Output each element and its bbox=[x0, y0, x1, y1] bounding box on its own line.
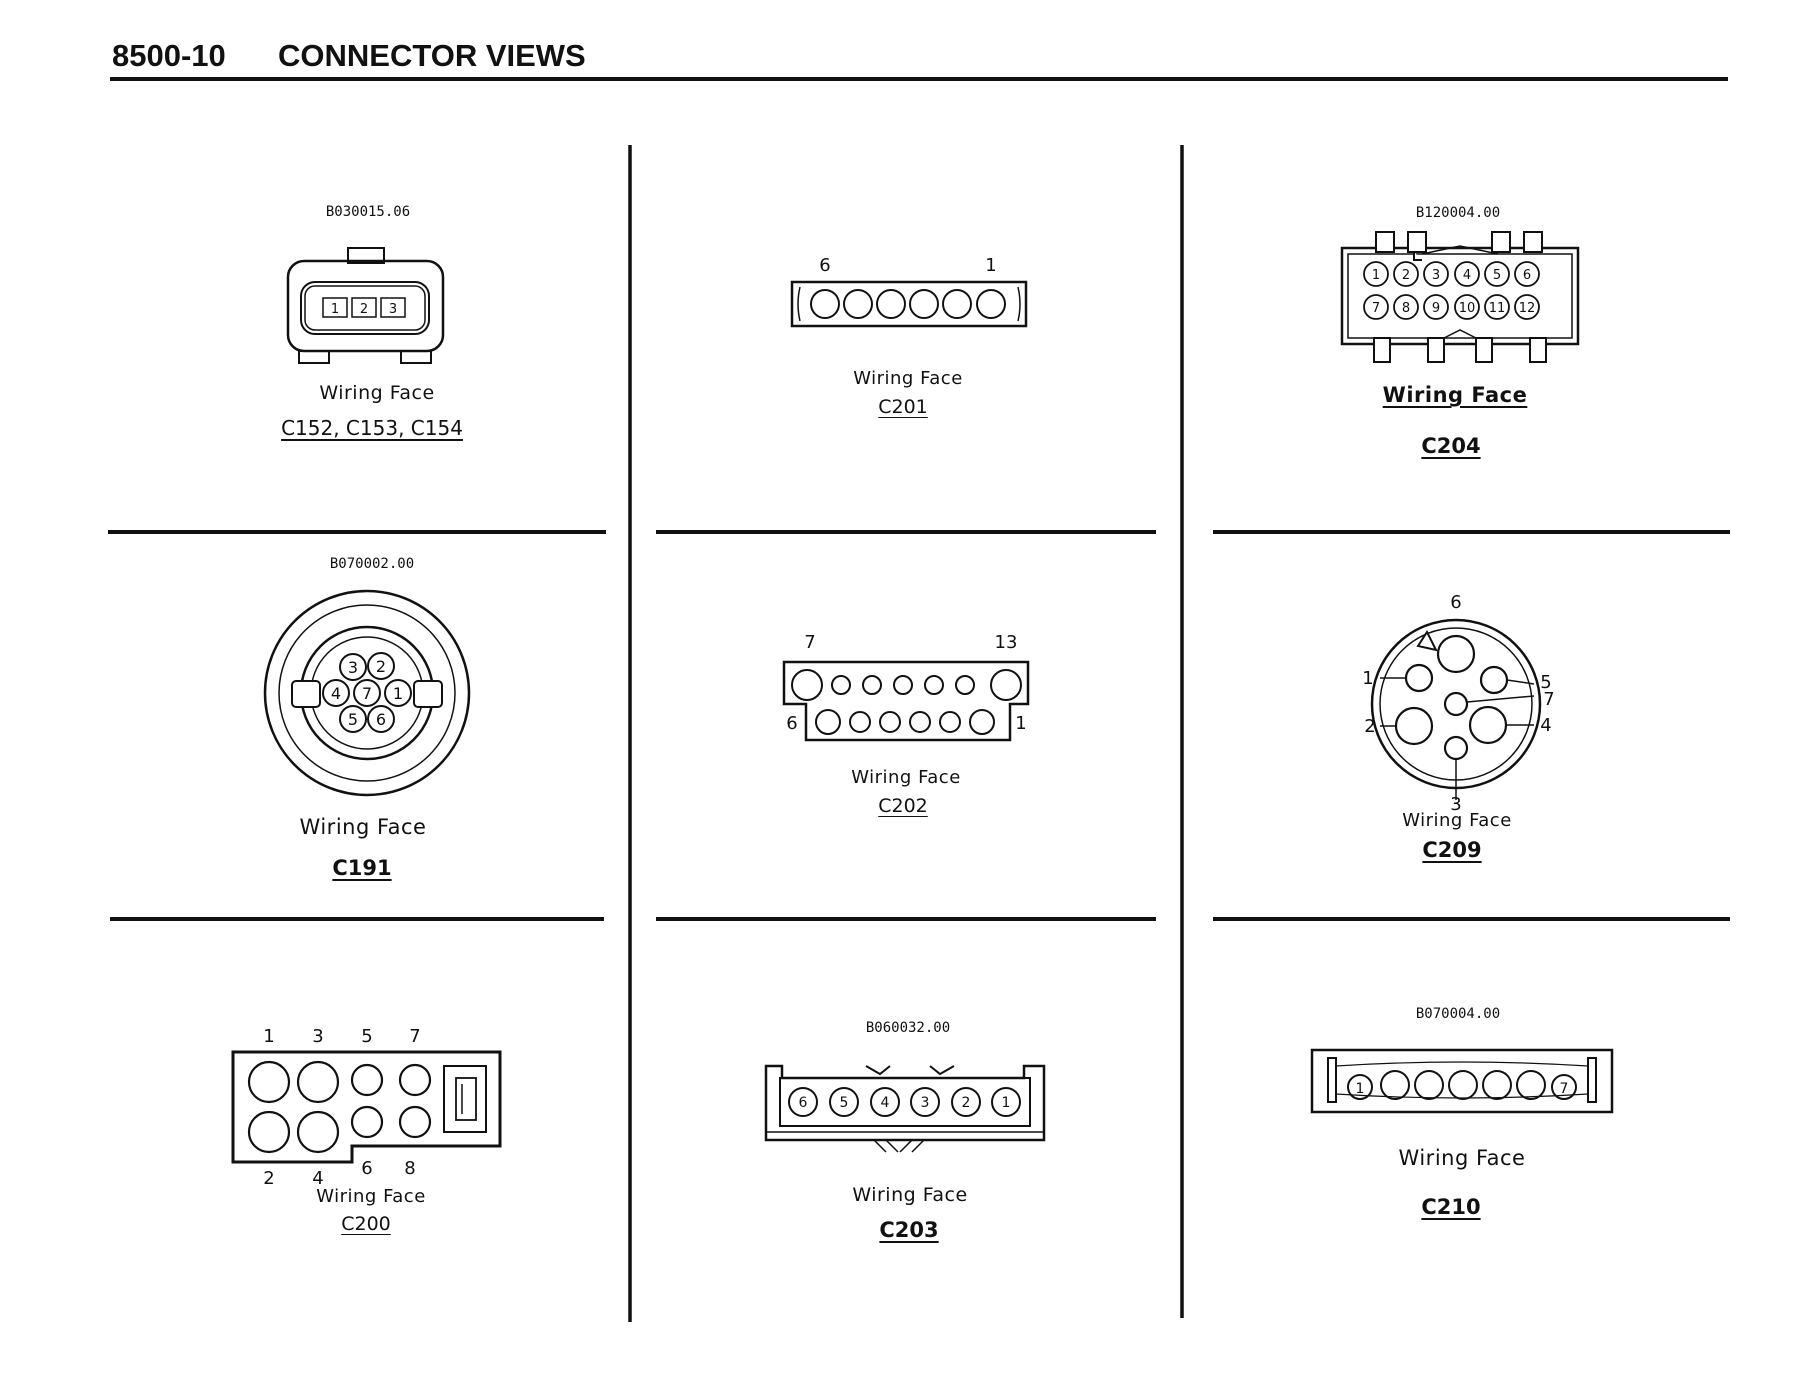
pin-label: 4 bbox=[331, 684, 341, 703]
pin-label: 3 bbox=[1432, 268, 1440, 283]
connector-code: C201 bbox=[878, 396, 928, 418]
connector-code: C191 bbox=[332, 856, 392, 880]
pin-label: 6 bbox=[1523, 268, 1531, 283]
pin-label: 13 bbox=[995, 632, 1018, 653]
pin-label: 5 bbox=[840, 1095, 849, 1111]
pin-label: 4 bbox=[1463, 268, 1471, 283]
pin-label: 3 bbox=[348, 658, 358, 677]
pin-cavities bbox=[788, 1087, 1021, 1117]
part-number: B120004.00 bbox=[1415, 205, 1501, 221]
pin-label: 1 bbox=[1002, 1095, 1011, 1111]
pin-label: 10 bbox=[1459, 301, 1476, 316]
wiring-face-label: Wiring Face bbox=[851, 767, 961, 788]
pin-label: 11 bbox=[1489, 301, 1506, 316]
connector-c201-diagram: 6 1 bbox=[790, 255, 1028, 328]
connector-code: C152, C153, C154 bbox=[281, 416, 463, 440]
pin-label: 4 bbox=[1540, 715, 1551, 736]
connector-code: C209 bbox=[1422, 838, 1482, 862]
pin-label: 9 bbox=[1432, 301, 1440, 316]
pin-label: 1 bbox=[1015, 713, 1026, 734]
pin-label: 3 bbox=[389, 302, 397, 317]
wiring-face-label: Wiring Face bbox=[319, 382, 435, 404]
pin-label: 1 bbox=[1372, 268, 1380, 283]
wiring-face-label: Wiring Face bbox=[1382, 383, 1528, 407]
pin-cavities bbox=[791, 669, 1022, 735]
wiring-face-label: Wiring Face bbox=[316, 1186, 426, 1207]
pin-label: 6 bbox=[1450, 592, 1461, 613]
pin-label: 6 bbox=[819, 255, 830, 276]
pin-label: 1 bbox=[263, 1026, 274, 1047]
pin-label: 5 bbox=[1493, 268, 1501, 283]
pin-label: 6 bbox=[376, 710, 386, 729]
pin-label: 6 bbox=[786, 713, 797, 734]
pin-label: 2 bbox=[1364, 716, 1375, 737]
pin-label: 1 bbox=[331, 302, 339, 317]
connector-code: C202 bbox=[878, 795, 928, 817]
connector-c210-diagram: 1 7 bbox=[1310, 1048, 1614, 1114]
part-number: B070002.00 bbox=[329, 556, 415, 572]
pin-label: 8 bbox=[1402, 301, 1410, 316]
pin-cavities bbox=[247, 1060, 432, 1154]
pin-label: 2 bbox=[263, 1168, 274, 1189]
pin-cavities bbox=[1363, 261, 1540, 320]
part-number: B060032.00 bbox=[865, 1020, 951, 1036]
pin-label: 7 bbox=[1543, 689, 1554, 710]
pin-cavities: 1 2 3 bbox=[322, 297, 406, 318]
pin-label: 2 bbox=[1402, 268, 1410, 283]
pin-label: 6 bbox=[799, 1095, 808, 1111]
pin-label: 4 bbox=[881, 1095, 890, 1111]
wiring-face-label: Wiring Face bbox=[1402, 810, 1512, 831]
pin-label: 12 bbox=[1519, 301, 1536, 316]
pin-label: 7 bbox=[1372, 301, 1380, 316]
pin-label: 3 bbox=[312, 1026, 323, 1047]
connector-code: C210 bbox=[1421, 1195, 1481, 1219]
connector-c200-diagram: 1 3 5 7 2 4 6 8 bbox=[231, 1026, 502, 1189]
pin-label: 6 bbox=[361, 1158, 372, 1179]
pin-label: 1 bbox=[985, 255, 996, 276]
pin-label: 1 bbox=[393, 684, 403, 703]
pin-cavities bbox=[1394, 634, 1509, 761]
connector-c203-diagram: 6 5 4 3 2 1 bbox=[764, 1064, 1046, 1153]
connector-c191-diagram: 3 2 4 7 1 5 6 bbox=[263, 589, 471, 797]
pin-label: 8 bbox=[404, 1158, 415, 1179]
wiring-face-label: Wiring Face bbox=[1398, 1146, 1526, 1170]
connector-code: C200 bbox=[341, 1213, 391, 1235]
pin-label: 1 bbox=[1356, 1081, 1365, 1097]
pin-cavities bbox=[1347, 1070, 1577, 1100]
pin-label: 2 bbox=[360, 302, 368, 317]
part-number: B070004.00 bbox=[1415, 1006, 1501, 1022]
pin-label: 7 bbox=[1560, 1081, 1569, 1097]
pin-label: 2 bbox=[962, 1095, 971, 1111]
pin-cavities bbox=[810, 289, 1006, 319]
wiring-face-label: Wiring Face bbox=[852, 1184, 968, 1206]
connector-c204-diagram: 1 2 3 4 5 6 7 8 9 10 11 12 bbox=[1340, 231, 1580, 363]
pin-label: 7 bbox=[409, 1026, 420, 1047]
connector-code: C203 bbox=[879, 1218, 939, 1242]
connector-code: C204 bbox=[1421, 434, 1481, 458]
pin-label: 5 bbox=[361, 1026, 372, 1047]
connector-c209-diagram: 6 1 5 7 2 4 3 bbox=[1362, 592, 1554, 815]
page: { "header": { "section": "8500-10", "tit… bbox=[0, 0, 1800, 1399]
pin-label: 7 bbox=[804, 632, 815, 653]
pin-label: 7 bbox=[362, 684, 372, 703]
part-number: B030015.06 bbox=[325, 204, 411, 220]
pin-label: 3 bbox=[921, 1095, 930, 1111]
pin-label: 1 bbox=[1362, 668, 1373, 689]
connector-c152-diagram: 1 2 3 bbox=[286, 247, 445, 364]
connector-c202-diagram: 7 13 6 1 bbox=[782, 632, 1030, 742]
wiring-face-label: Wiring Face bbox=[853, 368, 963, 389]
pin-label: 2 bbox=[376, 657, 386, 676]
wiring-face-label: Wiring Face bbox=[299, 815, 427, 839]
pin-label: 5 bbox=[348, 710, 358, 729]
